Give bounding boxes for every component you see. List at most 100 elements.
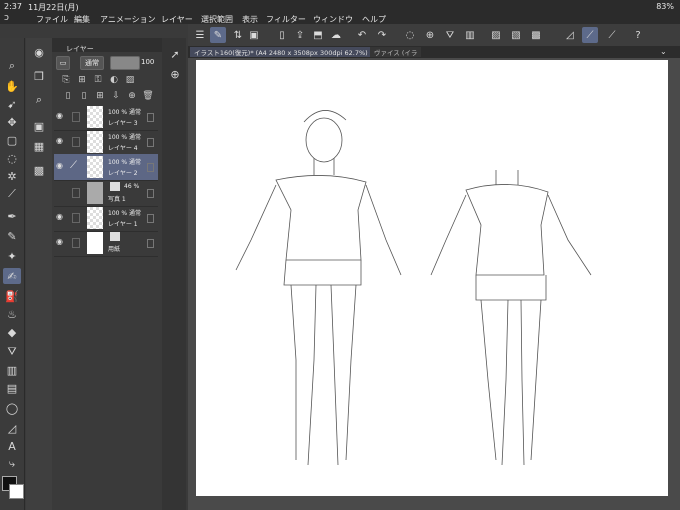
fill-icon[interactable]: ⛛ [442, 27, 458, 43]
layer-row[interactable]: ◉ 用紙 [54, 230, 158, 257]
layer-mode: 100 % 通常 [108, 134, 141, 141]
layer-color-button[interactable]: ▭ [56, 56, 70, 70]
command-bar: ☰ ✎ ⇅ ▣ ▯ ⇪ ⬒ ☁ ↶ ↷ ◌ ⊕ ⛛ ▥ ▨ ▧ ▩ ◿ ⟋ ⟋ … [188, 24, 680, 46]
deselect-icon[interactable]: ◌ [402, 27, 418, 43]
operation-tool-icon[interactable]: ➹ [3, 96, 21, 112]
shorts-sketch [283, 259, 362, 286]
head-sketch [305, 117, 343, 163]
eyedropper-icon[interactable]: ⟋ [3, 186, 21, 202]
transparent-icon[interactable]: ▨ [488, 27, 504, 43]
help-icon[interactable]: ? [630, 27, 646, 43]
gradient-tool-icon[interactable]: ▥ [3, 362, 21, 378]
status-time: 2:37 [4, 2, 22, 11]
opacity-value: 100 [141, 58, 155, 66]
export-icon[interactable]: ⇪ [292, 27, 308, 43]
save-icon[interactable]: ⬒ [310, 27, 326, 43]
reference-layer-icon[interactable]: ⊞ [76, 74, 88, 86]
layer-checkbox[interactable] [72, 213, 80, 223]
navigator-icon[interactable]: ◉ [30, 44, 48, 60]
layer-row[interactable]: ◉ 100 % 通常 レイヤー 4 [54, 129, 158, 156]
decoration-tool-icon[interactable]: ✦ [3, 248, 21, 264]
transfer-icon[interactable]: ⇩ [110, 90, 122, 102]
layer-checkbox[interactable] [72, 112, 80, 122]
merge-icon[interactable]: ⊕ [126, 90, 138, 102]
edit-icon[interactable]: ✎ [210, 27, 226, 43]
delete-layer-icon[interactable]: 🗑 [142, 90, 154, 102]
pencil-tool-icon[interactable]: ✎ [3, 228, 21, 244]
opacity-slider[interactable] [110, 56, 140, 70]
text-tool-icon[interactable]: A [3, 438, 21, 454]
mask-layer-icon[interactable]: ▧ [508, 27, 524, 43]
fill-tool-icon[interactable]: ⛛ [3, 344, 21, 360]
cloud-icon[interactable]: ☁ [328, 27, 344, 43]
add-icon[interactable]: ⊕ [166, 66, 184, 82]
eraser-tool-icon[interactable]: ◆ [3, 324, 21, 340]
correct-line-icon[interactable]: ⤷ [3, 456, 21, 472]
airbrush-tool-icon[interactable]: ⛽ [3, 288, 21, 304]
clear-icon[interactable]: ▥ [462, 27, 478, 43]
layer-thumbnail [87, 156, 103, 178]
new-folder-icon[interactable]: ⊞ [94, 90, 106, 102]
menu-file[interactable]: ファイル [36, 14, 68, 25]
clip-icon[interactable]: ⎘ [60, 74, 72, 86]
layer-row[interactable]: ◉ ⟋ 100 % 通常 レイヤー 2 [54, 154, 158, 181]
ruler-tool-icon[interactable]: ◿ [3, 420, 21, 436]
undo-icon[interactable]: ↶ [354, 27, 370, 43]
blend-tool-icon[interactable]: ♨ [3, 306, 21, 322]
layer-tab-label[interactable]: レイヤー [66, 44, 94, 54]
menu-animation[interactable]: アニメーション [100, 14, 156, 25]
pen-tool-icon[interactable]: ✒ [3, 208, 21, 224]
document-tab[interactable]: ヴァイス (イラ [370, 47, 422, 57]
updown-icon[interactable]: ⇅ [230, 27, 246, 43]
transform-icon[interactable]: ➚ [166, 46, 184, 62]
eye-icon[interactable]: ◉ [56, 136, 66, 146]
eye-icon[interactable]: ◉ [56, 212, 66, 222]
move-layer-icon[interactable]: ✥ [3, 114, 21, 130]
magic-wand-icon[interactable]: ✲ [3, 168, 21, 184]
layer-property-icon[interactable]: ❒ [30, 68, 48, 84]
layer-row[interactable]: ◉ 100 % 通常 レイヤー 3 [54, 104, 158, 131]
layer-thumbnail [87, 207, 103, 229]
stabilizer-icon[interactable]: ⟋ [582, 27, 598, 43]
lock-alpha-icon[interactable]: ▨ [124, 74, 136, 86]
eye-icon[interactable]: ◉ [56, 161, 66, 171]
eye-icon[interactable]: ◉ [56, 237, 66, 247]
layer-row[interactable]: ◉ 100 % 通常 レイヤー 1 [54, 205, 158, 232]
eye-icon[interactable]: ◉ [56, 111, 66, 121]
snap-icon[interactable]: ⟋ [604, 27, 620, 43]
sub-color-swatch[interactable] [9, 484, 24, 499]
hand-tool-icon[interactable]: ✋ [3, 78, 21, 94]
brush-tool-icon[interactable]: ✍ [3, 268, 21, 284]
material-icon[interactable]: ▩ [30, 162, 48, 178]
search-layer-icon[interactable]: ⌕ [30, 92, 48, 108]
lasso-icon[interactable]: ◌ [3, 150, 21, 166]
layer-checkbox[interactable] [72, 137, 80, 147]
menu-edit[interactable]: 編集 [74, 14, 90, 25]
snapshot-icon[interactable]: ▣ [246, 27, 262, 43]
new-layer-icon[interactable]: ▯ [62, 90, 74, 102]
layer-checkbox[interactable] [72, 188, 80, 198]
blend-mode-select[interactable]: 通常 [80, 56, 104, 70]
layer-frame-icon[interactable]: ▩ [528, 27, 544, 43]
app-logo-icon[interactable]: ↄ [4, 13, 16, 23]
redo-icon[interactable]: ↷ [374, 27, 390, 43]
zoom-tool-icon[interactable]: ⌕ [3, 58, 21, 74]
back-top-sketch [465, 184, 549, 276]
subtool-detail-icon[interactable]: ▦ [30, 138, 48, 154]
balloon-tool-icon[interactable]: ◯ [3, 400, 21, 416]
layer-row[interactable]: 46 % 写真 1 [54, 180, 158, 207]
chevron-down-icon[interactable]: ⌄ [660, 47, 667, 56]
menu-icon[interactable]: ☰ [192, 27, 208, 43]
document-tab-active[interactable]: イラスト160(復元)* (A4 2480 x 3508px 300dpi 62… [190, 47, 372, 57]
select-all-icon[interactable]: ⊕ [422, 27, 438, 43]
selection-icon[interactable]: ▢ [3, 132, 21, 148]
tool-property-icon[interactable]: ▣ [30, 118, 48, 134]
frame-tool-icon[interactable]: ▤ [3, 380, 21, 396]
canvas-paper[interactable] [196, 60, 668, 496]
layer-checkbox[interactable] [72, 238, 80, 248]
lock-icon[interactable]: ⚿ [92, 74, 104, 86]
ruler-icon[interactable]: ◿ [562, 27, 578, 43]
new-doc-icon[interactable]: ▯ [274, 27, 290, 43]
mask-icon[interactable]: ◐ [108, 74, 120, 86]
new-vector-layer-icon[interactable]: ▯ [78, 90, 90, 102]
